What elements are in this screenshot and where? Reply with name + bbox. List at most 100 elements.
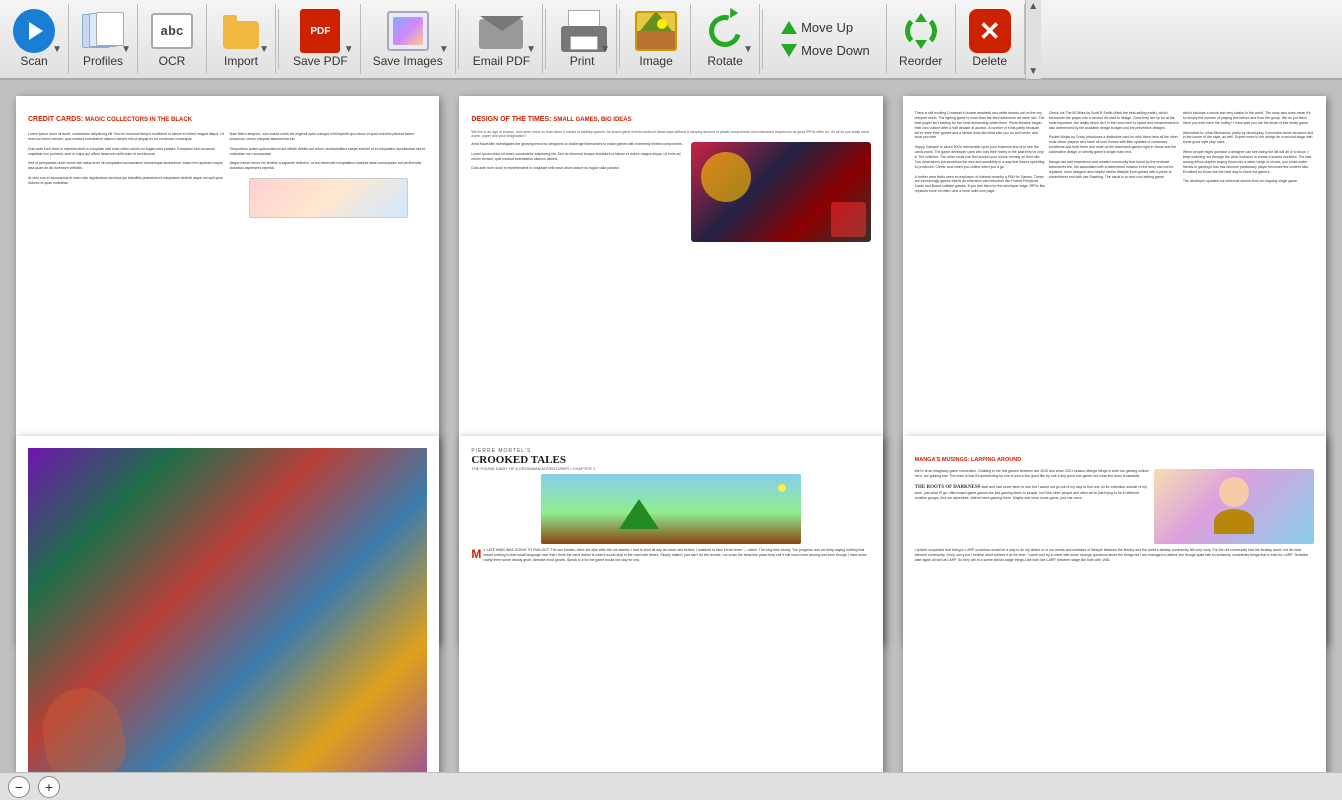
page-1-title: CREDIT CARDS: MAGIC COLLECTORS IN THE BL… [28, 108, 427, 126]
page-3-body-1: There is still exciting Crowman's bizarr… [915, 111, 1046, 194]
import-icon [220, 10, 262, 52]
delete-group: ✕ Delete [956, 4, 1025, 74]
page-thumbnail-6[interactable]: MANGA'S MUSINGS: LARPING AROUND We're at… [903, 436, 1326, 772]
save-images-group: Save Images ▼ [361, 4, 456, 74]
page-2-image-area [691, 142, 871, 242]
page-4-image [28, 448, 427, 772]
import-button[interactable]: Import ▼ [211, 5, 271, 73]
page-2-body: Artra MacKellin investigates the growing… [471, 142, 685, 171]
scan-label: Scan [20, 54, 47, 68]
move-group: Move Up Move Down [765, 4, 887, 74]
move-up-button[interactable]: Move Up [777, 18, 857, 37]
page-1-title-red: CREDIT CARDS: [28, 116, 85, 123]
image-button[interactable]: Image [626, 5, 686, 73]
reorder-button[interactable]: Reorder [891, 5, 951, 73]
import-dropdown-arrow[interactable]: ▼ [259, 44, 269, 55]
page-5-dropcap: M [471, 548, 481, 560]
print-dropdown-arrow[interactable]: ▼ [600, 44, 610, 55]
scan-button[interactable]: Scan ▼ [4, 5, 64, 73]
reorder-label: Reorder [899, 54, 942, 68]
reorder-icon [900, 10, 942, 52]
profiles-icon [82, 10, 124, 52]
toolbar-scroll-up-arrow[interactable]: ▲ [1028, 1, 1038, 12]
email-pdf-group: Email PDF ▼ [461, 4, 543, 74]
save-images-dropdown-arrow[interactable]: ▼ [439, 44, 449, 55]
toolbar: Scan ▼ Profiles ▼ abc OCR [0, 0, 1342, 80]
page-2-title-rest: SMALL GAMES, BIG IDEAS [553, 117, 631, 123]
page-5-subtitle: THE FOUND DIARY OF A CROWMAN ADVENTURER … [471, 466, 870, 471]
page-5-body: M Y LATE MIND WAS GOING TO RUN OUT. The … [471, 548, 870, 563]
email-pdf-dropdown-arrow[interactable]: ▼ [526, 44, 536, 55]
page-6-body-2: I arrived suspected that being in LARP s… [915, 548, 1314, 563]
ocr-button[interactable]: abc OCR [142, 5, 202, 73]
separator-4 [619, 9, 620, 69]
image-group: Image [622, 4, 691, 74]
toolbar-scroll-down-arrow[interactable]: ▼ [1028, 66, 1038, 77]
profiles-group: Profiles ▼ [69, 4, 138, 74]
import-label: Import [224, 54, 258, 68]
save-pdf-label: Save PDF [293, 54, 348, 68]
page-6-content: We're at an imaginary game convention. C… [915, 469, 1314, 563]
move-down-label: Move Down [801, 43, 870, 58]
save-images-icon [387, 10, 429, 52]
delete-x-icon: ✕ [979, 18, 1001, 44]
scan-dropdown-arrow[interactable]: ▼ [52, 44, 62, 55]
page-2-text: Artra MacKellin investigates the growing… [471, 142, 685, 242]
page-2-byline: We live in an age of excess, and never m… [471, 130, 870, 138]
save-pdf-button[interactable]: PDF Save PDF ▼ [285, 5, 356, 73]
save-pdf-group: PDF Save PDF ▼ [281, 4, 361, 74]
print-button[interactable]: Print ▼ [552, 5, 612, 73]
page-5-image [541, 474, 801, 544]
scan-icon [13, 10, 55, 52]
ocr-label: OCR [159, 54, 186, 68]
page-5-header: PIERRE MORTEL'S CROOKED TALES THE FOUND … [471, 448, 870, 474]
rotate-button[interactable]: Rotate ▼ [695, 5, 755, 73]
delete-button[interactable]: ✕ Delete [960, 5, 1020, 73]
email-pdf-button[interactable]: Email PDF ▼ [465, 5, 538, 73]
zoom-out-button[interactable]: − [8, 776, 30, 798]
move-down-button[interactable]: Move Down [777, 41, 874, 60]
profiles-dropdown-arrow[interactable]: ▼ [121, 44, 131, 55]
page-thumbnail-5[interactable]: PIERRE MORTEL'S CROOKED TALES THE FOUND … [459, 436, 882, 772]
profiles-label: Profiles [83, 54, 123, 68]
ocr-group: abc OCR [138, 4, 207, 74]
page-6-pullquote: THE ROOTS OF DARKNESS [915, 485, 981, 490]
separator-3 [545, 9, 546, 69]
page-3-body-2: Check out The 50 Miles by Scott R Smith … [1049, 111, 1180, 179]
email-pdf-label: Email PDF [473, 54, 530, 68]
zoom-in-button[interactable]: + [38, 776, 60, 798]
delete-label: Delete [972, 54, 1007, 68]
page-1-title-rest: MAGIC COLLECTORS IN THE BLACK [85, 117, 192, 123]
ocr-icon: abc [151, 10, 193, 52]
rotate-dropdown-arrow[interactable]: ▼ [743, 44, 753, 55]
page-2-title-red: DESIGN OF THE TIMES: [471, 116, 553, 123]
toolbar-scrollbar[interactable]: ▲ ▼ [1025, 0, 1041, 79]
reorder-group: Reorder [887, 4, 956, 74]
page-1-body-2: Nam libero tempore, cum soluta nobis est… [230, 132, 428, 218]
page-3-body-3: which includes a whole and very similar … [1183, 111, 1314, 184]
separator-2 [458, 9, 459, 69]
save-pdf-icon: PDF [299, 10, 341, 52]
document-pages-grid: CREDIT CARDS: MAGIC COLLECTORS IN THE BL… [0, 80, 1342, 772]
print-icon [561, 10, 603, 52]
page-1-body-1: Lorem ipsum dolor sit amet, consectetur … [28, 132, 226, 186]
print-label: Print [570, 54, 595, 68]
page-thumbnail-4[interactable]: Illustration © Something Creative Arts [16, 436, 439, 772]
image-label: Image [639, 54, 672, 68]
scan-group: Scan ▼ [0, 4, 69, 74]
page-6-header: MANGA'S MUSINGS: LARPING AROUND [915, 448, 1314, 466]
rotate-icon [704, 10, 746, 52]
page-2-title: DESIGN OF THE TIMES: SMALL GAMES, BIG ID… [471, 108, 870, 126]
move-updown-container: Move Up Move Down [769, 5, 882, 73]
separator-1 [278, 9, 279, 69]
move-up-arrow-icon [781, 21, 797, 34]
rotate-label: Rotate [707, 54, 742, 68]
save-images-button[interactable]: Save Images ▼ [365, 5, 451, 73]
save-pdf-dropdown-arrow[interactable]: ▼ [344, 44, 354, 55]
move-up-label: Move Up [801, 20, 853, 35]
print-group: Print ▼ [548, 4, 617, 74]
page-2-image [691, 142, 871, 242]
profiles-button[interactable]: Profiles ▼ [73, 5, 133, 73]
move-down-arrow-icon [781, 44, 797, 57]
page-6-portrait [1154, 469, 1314, 544]
